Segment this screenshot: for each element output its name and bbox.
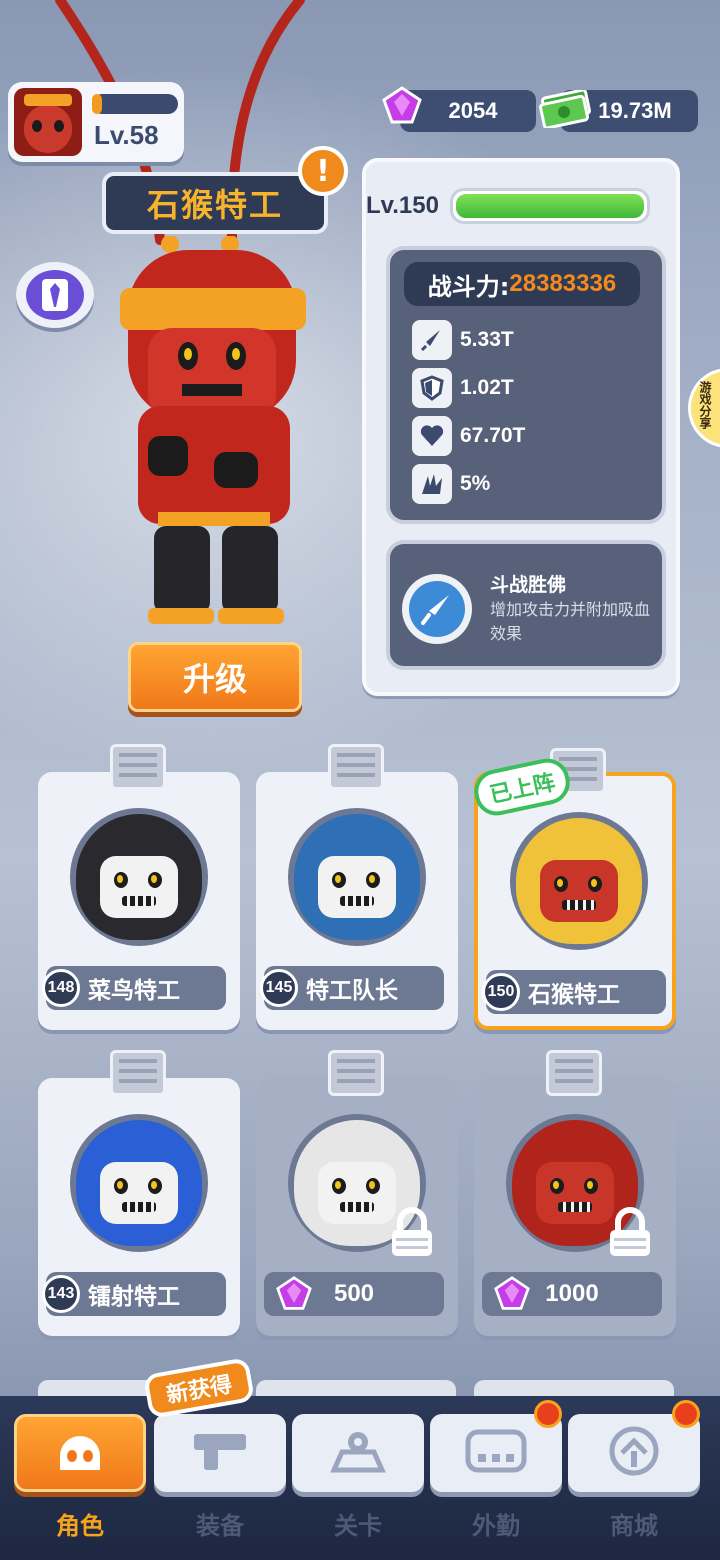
character-level: 148 xyxy=(42,969,80,1007)
gem-icon xyxy=(382,86,422,124)
gun-icon xyxy=(190,1428,250,1478)
gem-icon xyxy=(494,1276,530,1310)
skill-icon xyxy=(402,574,472,644)
notification-dot xyxy=(672,1400,700,1428)
character-level: 143 xyxy=(42,1275,80,1313)
rocket-icon xyxy=(412,320,452,360)
cash-count: 19.73M xyxy=(598,98,672,123)
outfit-button[interactable] xyxy=(16,262,94,328)
skill-description: 增加攻击力并附加吸血效果 xyxy=(490,600,651,643)
card-clip xyxy=(328,1050,384,1096)
character-level: 145 xyxy=(260,969,298,1007)
price-value: 1000 xyxy=(545,1280,599,1307)
nav-label-0: 角色 xyxy=(56,1512,104,1540)
character-label: 145 特工队长 xyxy=(260,966,444,1010)
power-value: 28383336 xyxy=(509,270,617,297)
gem-count: 2054 xyxy=(448,98,498,123)
tie-icon xyxy=(42,279,68,311)
player-level: Lv.58 xyxy=(94,120,159,150)
character-portrait xyxy=(70,1114,208,1252)
cash-icon xyxy=(539,90,591,128)
stat-defense: 1.02T xyxy=(412,368,514,408)
character-portrait xyxy=(70,808,208,946)
character-portrait xyxy=(510,812,648,950)
character-name: 镭射特工 xyxy=(88,1284,180,1310)
hero-character xyxy=(120,236,306,624)
gamepad-icon xyxy=(464,1428,528,1478)
card-clip xyxy=(110,744,166,790)
skill-box[interactable]: 斗战胜佛 增加攻击力并附加吸血效果 xyxy=(386,540,666,670)
card-clip xyxy=(110,1050,166,1096)
notification-dot xyxy=(534,1400,562,1428)
health-value: 67.70T xyxy=(460,424,526,447)
nav-label-4: 商城 xyxy=(610,1512,658,1540)
stats-panel: Lv.150 战斗力: 28383336 5.33T 1.02T 67.70T xyxy=(362,158,680,696)
character-label: 143 镭射特工 xyxy=(42,1272,226,1316)
player-avatar xyxy=(14,88,82,156)
alert-icon[interactable]: ! xyxy=(298,146,348,196)
nav-tab-1[interactable] xyxy=(154,1414,286,1492)
defense-value: 1.02T xyxy=(460,376,514,399)
map-icon xyxy=(328,1426,388,1480)
power-label: 战斗力: xyxy=(427,272,510,301)
unlock-price[interactable]: 500 xyxy=(264,1272,444,1316)
character-name: 石猴特工 xyxy=(528,982,620,1008)
character-card[interactable]: 500 xyxy=(256,1050,458,1336)
attack-value: 5.33T xyxy=(460,328,514,351)
character-card[interactable]: 143 镭射特工 xyxy=(38,1050,240,1336)
price-value: 500 xyxy=(333,1280,375,1307)
shop-icon xyxy=(606,1423,662,1483)
unlock-price[interactable]: 1000 xyxy=(482,1272,662,1316)
crit-claw-icon xyxy=(412,464,452,504)
character-name: 菜鸟特工 xyxy=(88,978,180,1004)
heart-icon xyxy=(412,416,452,456)
hero-name-plate: 石猴特工 xyxy=(102,172,328,234)
character-card[interactable]: 148 菜鸟特工 xyxy=(38,744,240,1030)
player-card[interactable]: Lv.58 xyxy=(8,82,184,162)
hero-level: Lv.150 xyxy=(366,192,439,219)
nav-label-3: 外勤 xyxy=(472,1512,520,1540)
bottom-nav: 角色 装备 关卡 外勤 商城 xyxy=(0,1396,720,1560)
combat-power: 战斗力: 28383336 xyxy=(404,262,640,306)
card-clip xyxy=(546,1050,602,1096)
nav-label-1: 装备 xyxy=(196,1512,244,1540)
character-card[interactable]: 1000 xyxy=(474,1050,676,1336)
xp-bar xyxy=(92,94,178,114)
power-box: 战斗力: 28383336 5.33T 1.02T 67.70T 5% xyxy=(386,246,666,524)
lock-icon xyxy=(610,1207,650,1256)
character-label: 148 菜鸟特工 xyxy=(42,966,226,1010)
hp-bar xyxy=(450,188,650,224)
character-name: 特工队长 xyxy=(306,978,398,1004)
nav-label-2: 关卡 xyxy=(334,1512,382,1540)
nav-tab-0[interactable] xyxy=(14,1414,146,1492)
share-label: 游戏分享 xyxy=(698,381,712,429)
shield-icon xyxy=(412,368,452,408)
upgrade-button[interactable]: 升级 xyxy=(128,642,302,712)
character-label: 150 石猴特工 xyxy=(482,970,666,1014)
lock-icon xyxy=(392,1207,432,1256)
card-clip xyxy=(328,744,384,790)
gem-icon xyxy=(276,1276,312,1310)
nav-tab-2[interactable] xyxy=(292,1414,424,1492)
character-level: 150 xyxy=(482,973,520,1011)
crit-value: 5% xyxy=(460,472,491,495)
stat-health: 67.70T xyxy=(412,416,525,456)
skill-name: 斗战胜佛 xyxy=(490,574,567,596)
character-card[interactable]: 145 特工队长 xyxy=(256,744,458,1030)
character-portrait xyxy=(288,808,426,946)
stat-attack: 5.33T xyxy=(412,320,514,360)
skull-icon xyxy=(52,1426,108,1480)
stat-crit: 5% xyxy=(412,464,490,504)
